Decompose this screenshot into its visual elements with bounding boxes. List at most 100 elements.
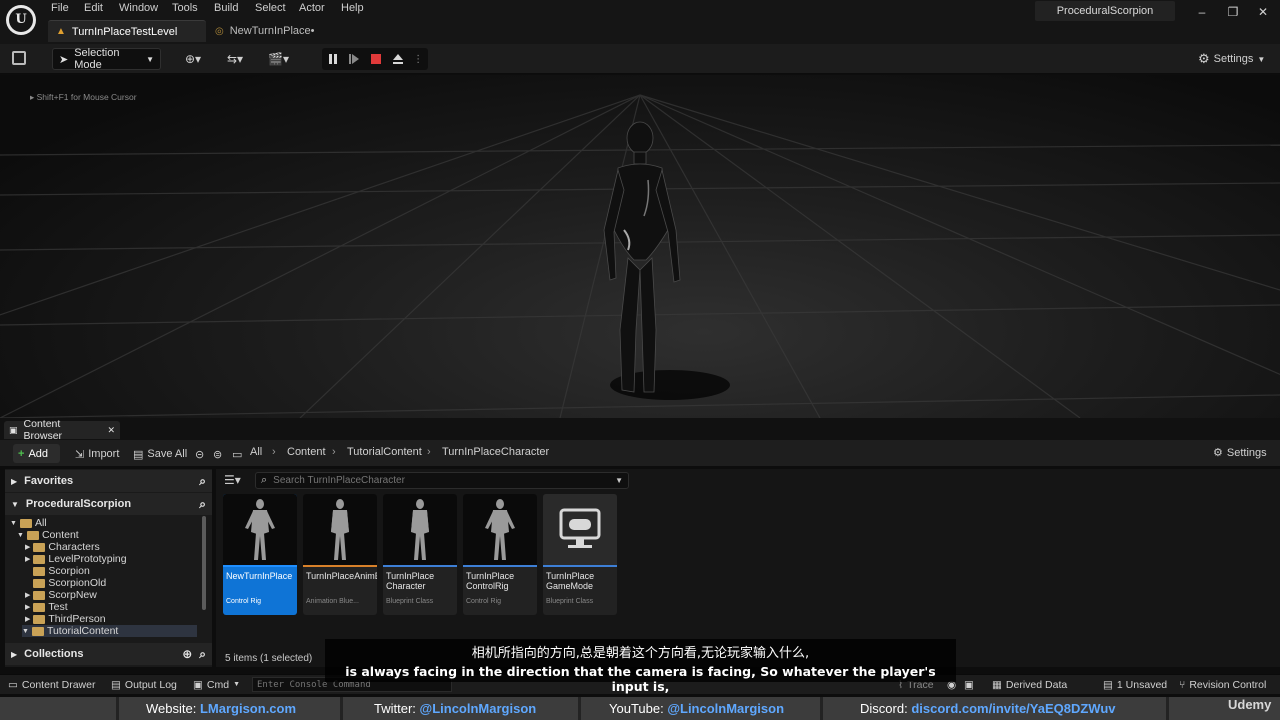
asset-color-stripe: [543, 565, 617, 567]
cmd-label: Cmd: [206, 678, 230, 691]
more-options-icon[interactable]: ⋮: [413, 54, 423, 65]
breadcrumb-content[interactable]: Content: [287, 446, 326, 458]
revision-control-button[interactable]: ⑂ Revision Control: [1179, 678, 1266, 691]
promo-youtube: YouTube: @LincolnMargison: [609, 701, 784, 716]
derived-data-label: Derived Data: [1005, 678, 1068, 691]
add-button[interactable]: + Add: [13, 444, 60, 463]
tree-item-scorpnew[interactable]: ▶ ScorpNew: [25, 589, 215, 601]
asset-name: NewTurnInPlace: [226, 571, 293, 581]
collections-header[interactable]: ▶ Collections ⊕ ⌕: [5, 643, 212, 665]
add-collection-icon[interactable]: ⊕: [182, 647, 192, 661]
unreal-logo-icon[interactable]: U: [6, 5, 36, 35]
step-icon[interactable]: [348, 53, 360, 65]
favorites-header[interactable]: ▶ Favorites ⌕: [5, 470, 212, 492]
item-count: 5 items (1 selected): [225, 653, 313, 664]
selection-mode-button[interactable]: ➤ Selection Mode ▼: [52, 47, 161, 71]
control-rig-icon: ◎: [215, 25, 224, 37]
tree-item-tutorialcontent[interactable]: ▼ TutorialContent: [22, 625, 197, 637]
asset-tile-turninplacecharacter[interactable]: TurnInPlace Character Blueprint Class: [383, 494, 457, 615]
mannequin-thumbnail-icon: [331, 499, 349, 560]
tree-item-thirdperson[interactable]: ▶ ThirdPerson: [25, 613, 215, 625]
asset-search-input[interactable]: [273, 475, 604, 486]
blueprint-icon[interactable]: ⇆▾: [227, 52, 253, 66]
output-log-button[interactable]: ▤ Output Log: [111, 678, 177, 691]
import-button[interactable]: ⇲ Import: [75, 446, 119, 462]
asset-type: Blueprint Class: [386, 598, 434, 605]
menu-help[interactable]: Help: [341, 2, 364, 16]
history-back-icon[interactable]: ⊝: [195, 446, 204, 462]
tree-item-characters[interactable]: ▶ Characters: [25, 541, 215, 553]
asset-tile-turninplacegamemode[interactable]: TurnInPlace GameMode Blueprint Class: [543, 494, 617, 615]
promo-discord-link[interactable]: discord.com/invite/YaEQ8DZWuv: [911, 701, 1115, 716]
asset-tile-turninplaceanimbp[interactable]: TurnInPlaceAnimBP Animation Blue...: [303, 494, 377, 615]
import-label: Import: [88, 448, 120, 460]
filter-icon[interactable]: ☰▾: [224, 473, 252, 488]
menu-tools[interactable]: Tools: [172, 2, 198, 16]
tree-item-all[interactable]: ▼ All: [10, 517, 200, 529]
subtitle-english: is always facing in the direction that t…: [345, 664, 936, 694]
level-viewport[interactable]: ▸ Shift+F1 for Mouse Cursor: [0, 75, 1280, 418]
tree-item-levelprototyping[interactable]: ▶ LevelPrototyping: [25, 553, 215, 565]
folder-nav-icon[interactable]: ▭: [232, 446, 242, 462]
eject-icon[interactable]: [392, 53, 404, 65]
tab-content-browser[interactable]: ▣ Content Browser ✕: [4, 418, 120, 442]
chevron-down-icon[interactable]: ▼: [615, 476, 623, 485]
stop-icon[interactable]: [370, 53, 382, 65]
content-settings-button[interactable]: ⚙ Settings: [1213, 446, 1267, 460]
content-settings-label: Settings: [1226, 446, 1267, 459]
promo-youtube-link[interactable]: @LincolnMargison: [667, 701, 784, 716]
menu-select[interactable]: Select: [255, 2, 286, 16]
history-forward-icon[interactable]: ⊜: [213, 446, 222, 462]
menu-build[interactable]: Build: [214, 2, 238, 16]
search-icon[interactable]: ⌕: [199, 497, 206, 512]
promo-twitter: Twitter: @LincolnMargison: [374, 701, 536, 716]
save-icon[interactable]: [12, 51, 26, 65]
project-header[interactable]: ▼ ProceduralScorpion ⌕: [5, 493, 212, 515]
promo-youtube-label: YouTube:: [609, 701, 664, 716]
breadcrumb-all[interactable]: All: [250, 446, 262, 458]
content-browser-tabbar: [0, 418, 1280, 440]
cinematics-icon[interactable]: 🎬▾: [268, 52, 294, 66]
asset-tile-newturninplace[interactable]: NewTurnInPlace Control Rig: [223, 494, 297, 615]
save-all-button[interactable]: ▤ Save All: [133, 446, 187, 462]
mannequin-character[interactable]: [590, 120, 700, 410]
tree-item-test[interactable]: ▶ Test: [25, 601, 215, 613]
save-all-icon: ▤: [133, 448, 144, 461]
menu-edit[interactable]: Edit: [84, 2, 103, 16]
menu-file[interactable]: File: [51, 2, 69, 16]
revision-control-label: Revision Control: [1189, 678, 1267, 691]
tree-item-content[interactable]: ▼ Content: [17, 529, 207, 541]
promo-twitter-link[interactable]: @LincolnMargison: [420, 701, 537, 716]
promo-website-link[interactable]: LMargison.com: [200, 701, 296, 716]
close-icon[interactable]: ✕: [107, 425, 115, 436]
cmd-dropdown[interactable]: ▣ Cmd ▼: [193, 678, 240, 691]
unsaved-button[interactable]: ▤ 1 Unsaved: [1103, 678, 1167, 691]
tab-level[interactable]: ▲ TurnInPlaceTestLevel: [48, 20, 206, 42]
breadcrumb-turninplacecharacter[interactable]: TurnInPlaceCharacter: [442, 446, 549, 458]
maximize-icon[interactable]: ❐: [1221, 3, 1245, 21]
tree-scrollbar[interactable]: [202, 516, 206, 610]
search-icon[interactable]: ⌕: [199, 474, 206, 489]
tree-item-scorpionold[interactable]: ▶ScorpionOld: [25, 577, 215, 589]
content-drawer-button[interactable]: ▭ Content Drawer: [8, 678, 95, 691]
settings-button[interactable]: ⚙ Settings ▼: [1198, 49, 1270, 69]
add-actor-icon[interactable]: ⊕▾: [185, 52, 211, 66]
asset-tile-turninplacecontrolrig[interactable]: TurnInPlace ControlRig Control Rig: [463, 494, 537, 615]
tab-control-rig-label: NewTurnInPlace•: [229, 25, 315, 37]
pause-icon[interactable]: [327, 53, 339, 65]
tab-control-rig[interactable]: ◎ NewTurnInPlace•: [207, 20, 327, 42]
play-controls: ⋮: [322, 48, 428, 70]
tree-item-scorpion[interactable]: ▶Scorpion: [25, 565, 215, 577]
derived-data-button[interactable]: ▦ Derived Data: [992, 678, 1067, 691]
screenshot-icon[interactable]: ▣: [964, 678, 974, 691]
breadcrumb-separator: ›: [427, 446, 431, 458]
close-window-icon[interactable]: ✕: [1251, 3, 1275, 21]
menu-window[interactable]: Window: [119, 2, 158, 16]
search-icon[interactable]: ⌕: [199, 647, 206, 662]
asset-search[interactable]: ⌕ ▼: [255, 472, 629, 489]
folder-icon: ▣: [9, 424, 18, 435]
minimize-icon[interactable]: –: [1190, 3, 1214, 21]
promo-divider: [340, 697, 343, 720]
menu-actor[interactable]: Actor: [299, 2, 325, 16]
breadcrumb-tutorialcontent[interactable]: TutorialContent: [347, 446, 422, 458]
